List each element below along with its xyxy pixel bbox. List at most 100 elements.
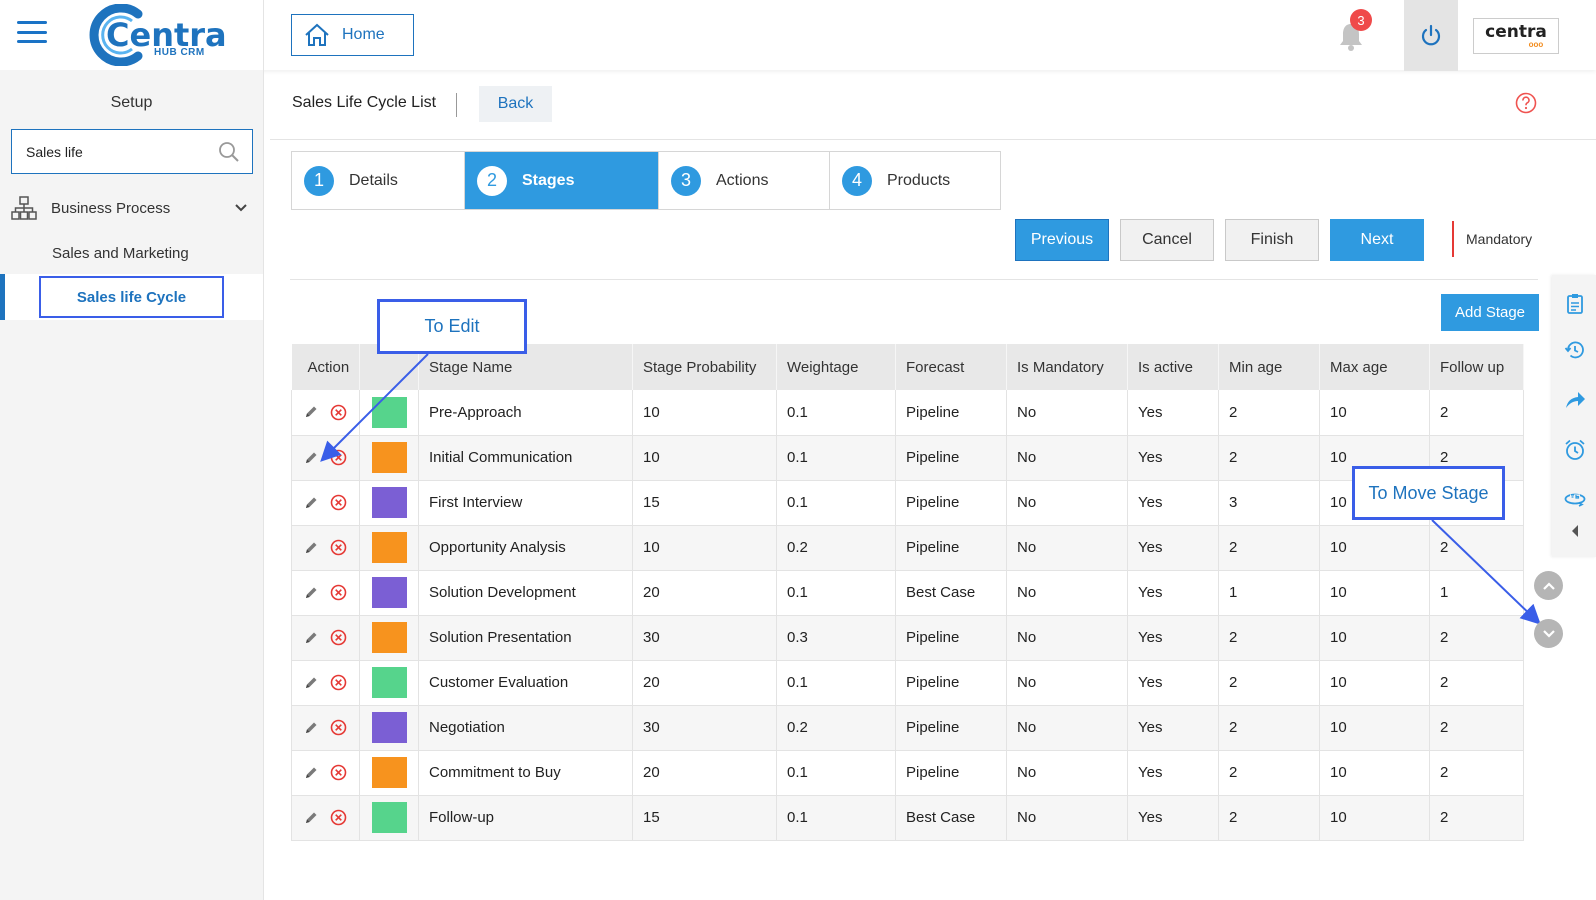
row-actions (304, 629, 359, 646)
pencil-icon[interactable] (304, 405, 318, 419)
cancel-button[interactable]: Cancel (1120, 219, 1214, 261)
stage-follow-up: 2 (1429, 660, 1524, 706)
mandatory-label: Mandatory (1466, 231, 1533, 247)
pencil-icon[interactable] (304, 721, 318, 735)
stage-active: Yes (1127, 795, 1219, 841)
home-button[interactable]: Home (291, 14, 414, 56)
table-row[interactable]: Solution Development 20 0.1 Best Case No… (291, 570, 1524, 616)
pencil-icon[interactable] (304, 811, 318, 825)
table-row[interactable]: Pre-Approach 10 0.1 Pipeline No Yes 2 10… (291, 390, 1524, 436)
column-header-probability[interactable]: Stage Probability (632, 344, 777, 390)
sidebar-item-sales-marketing[interactable]: Sales and Marketing (52, 245, 189, 262)
sidebar-item-label[interactable]: Sales life Cycle (39, 276, 224, 318)
stage-min-age: 2 (1218, 705, 1320, 751)
delete-circle-icon[interactable] (330, 809, 347, 826)
table-row[interactable]: Opportunity Analysis 10 0.2 Pipeline No … (291, 525, 1524, 571)
stage-mandatory: No (1006, 750, 1128, 796)
finish-button[interactable]: Finish (1225, 219, 1319, 261)
table-row[interactable]: Solution Presentation 30 0.3 Pipeline No… (291, 615, 1524, 661)
color-cell (359, 390, 419, 436)
stage-max-age: 10 (1319, 570, 1430, 616)
column-header-mandatory[interactable]: Is Mandatory (1006, 344, 1128, 390)
delete-circle-icon[interactable] (330, 674, 347, 691)
delete-circle-icon[interactable] (330, 764, 347, 781)
active-indicator (0, 274, 5, 320)
stage-forecast: Pipeline (895, 660, 1007, 706)
column-header-min-age[interactable]: Min age (1218, 344, 1320, 390)
delete-circle-icon[interactable] (330, 404, 347, 421)
delete-circle-icon[interactable] (330, 629, 347, 646)
collapse-left-icon[interactable] (1570, 524, 1580, 538)
chevron-down-icon (1542, 629, 1555, 638)
column-header-active[interactable]: Is active (1127, 344, 1219, 390)
stage-mandatory: No (1006, 660, 1128, 706)
share-arrow-icon[interactable] (1564, 389, 1586, 411)
sidebar-search[interactable] (11, 129, 253, 174)
tab-details[interactable]: 1 Details (292, 152, 465, 209)
next-button[interactable]: Next (1330, 219, 1424, 261)
action-cell (291, 795, 360, 841)
table-row[interactable]: Initial Communication 10 0.1 Pipeline No… (291, 435, 1524, 481)
add-stage-button[interactable]: Add Stage (1441, 294, 1539, 331)
stage-weightage: 0.1 (776, 435, 896, 481)
alarm-icon[interactable] (1564, 439, 1586, 461)
pencil-icon[interactable] (304, 496, 318, 510)
table-row[interactable]: Commitment to Buy 20 0.1 Pipeline No Yes… (291, 750, 1524, 796)
delete-circle-icon[interactable] (330, 584, 347, 601)
table-row[interactable]: Follow-up 15 0.1 Best Case No Yes 2 10 2 (291, 795, 1524, 841)
stage-follow-up: 2 (1429, 795, 1524, 841)
clipboard-icon[interactable] (1564, 293, 1586, 315)
pencil-icon[interactable] (304, 451, 318, 465)
sidebar-item-sales-life-cycle[interactable]: Sales life Cycle (0, 274, 263, 320)
action-cell (291, 390, 360, 436)
delete-circle-icon[interactable] (330, 449, 347, 466)
stage-weightage: 0.3 (776, 615, 896, 661)
stage-forecast: Pipeline (895, 390, 1007, 436)
column-header-weightage[interactable]: Weightage (776, 344, 896, 390)
stage-active: Yes (1127, 480, 1219, 526)
stage-probability: 20 (632, 750, 777, 796)
back-button[interactable]: Back (479, 86, 552, 122)
table-row[interactable]: Negotiation 30 0.2 Pipeline No Yes 2 10 … (291, 705, 1524, 751)
table-row[interactable]: Customer Evaluation 20 0.1 Pipeline No Y… (291, 660, 1524, 706)
column-header-max-age[interactable]: Max age (1319, 344, 1430, 390)
hamburger-icon[interactable] (17, 21, 47, 43)
help-icon[interactable] (1515, 92, 1537, 114)
brand-logo[interactable]: centra ooo (1473, 18, 1559, 54)
column-header-follow-up[interactable]: Follow up (1429, 344, 1524, 390)
search-input[interactable] (26, 143, 206, 160)
stage-probability: 30 (632, 705, 777, 751)
pencil-icon[interactable] (304, 631, 318, 645)
history-icon[interactable] (1564, 339, 1586, 361)
brand-text: centra (1485, 21, 1547, 42)
delete-circle-icon[interactable] (330, 539, 347, 556)
view-360-icon[interactable] (1564, 487, 1586, 509)
move-up-button[interactable] (1534, 571, 1563, 600)
pencil-icon[interactable] (304, 541, 318, 555)
tab-label: Stages (522, 171, 575, 189)
search-icon[interactable] (218, 141, 240, 163)
tab-stages[interactable]: 2 Stages (465, 152, 659, 209)
move-down-button[interactable] (1534, 619, 1563, 648)
pencil-icon[interactable] (304, 766, 318, 780)
tab-actions[interactable]: 3 Actions (659, 152, 830, 209)
stage-max-age: 10 (1319, 660, 1430, 706)
delete-circle-icon[interactable] (330, 494, 347, 511)
sidebar-group-business-process[interactable]: Business Process (11, 195, 253, 221)
chevron-down-icon[interactable] (235, 204, 247, 212)
stage-forecast: Pipeline (895, 615, 1007, 661)
previous-button[interactable]: Previous (1015, 219, 1109, 261)
action-cell (291, 705, 360, 751)
stage-color-swatch (372, 396, 407, 428)
power-button[interactable] (1404, 0, 1458, 71)
delete-circle-icon[interactable] (330, 719, 347, 736)
column-header-forecast[interactable]: Forecast (895, 344, 1007, 390)
stage-weightage: 0.2 (776, 705, 896, 751)
color-cell (359, 570, 419, 616)
table-row[interactable]: First Interview 15 0.1 Pipeline No Yes 3… (291, 480, 1524, 526)
pencil-icon[interactable] (304, 676, 318, 690)
centra-logo[interactable]: Centra HUB CRM (88, 4, 227, 66)
stage-forecast: Pipeline (895, 705, 1007, 751)
tab-products[interactable]: 4 Products (830, 152, 1000, 209)
pencil-icon[interactable] (304, 586, 318, 600)
